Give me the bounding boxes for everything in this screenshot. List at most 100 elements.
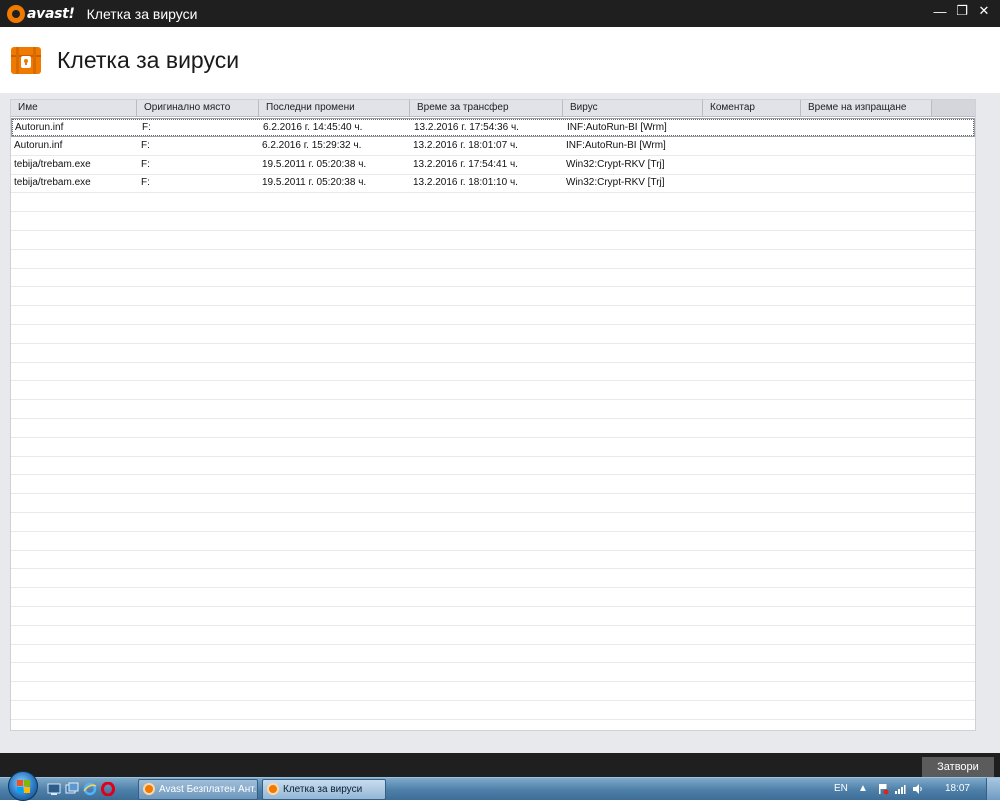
empty-table-row xyxy=(11,193,975,213)
cell-comment xyxy=(706,137,800,155)
cell-last-modified: 19.5.2011 г. 05:20:38 ч. xyxy=(262,177,367,189)
avast-taskbar-icon xyxy=(143,783,155,795)
empty-table-row xyxy=(11,287,975,307)
empty-table-row xyxy=(11,494,975,513)
windows-logo-icon xyxy=(17,780,30,793)
empty-table-row xyxy=(11,532,975,551)
empty-table-row xyxy=(11,569,975,589)
cell-transfer-time: 13.2.2016 г. 18:01:10 ч. xyxy=(413,177,518,189)
show-desktop-quick-icon[interactable] xyxy=(47,782,61,796)
empty-table-row xyxy=(11,231,975,250)
column-header-transfer-time[interactable]: Време за трансфер xyxy=(410,100,563,116)
cell-comment xyxy=(707,119,801,137)
table-row[interactable]: tebija/trebam.exe F: 19.5.2011 г. 05:20:38… xyxy=(11,174,975,194)
cell-last-modified: 6.2.2016 г. 15:29:32 ч. xyxy=(262,139,362,151)
taskbar-clock[interactable]: 18:07 xyxy=(945,778,970,800)
table-header-filler xyxy=(932,100,975,116)
table-row[interactable]: Autorun.inf F: 6.2.2016 г. 15:29:32 ч. 13.2… xyxy=(11,137,975,156)
cell-name: tebija/trebam.exe xyxy=(14,158,91,170)
cell-virus: Win32:Crypt-RKV [Trj] xyxy=(566,177,665,189)
tray-expand-icon[interactable]: ▲ xyxy=(858,778,868,800)
cell-comment xyxy=(706,174,800,192)
empty-table-row xyxy=(11,626,975,645)
table-body: Autorun.inf F: 6.2.2016 г. 14:45:40 ч. 13.2… xyxy=(11,118,975,730)
page-header: Клетка за вируси xyxy=(0,27,1000,93)
network-signal-icon[interactable] xyxy=(894,783,906,795)
language-indicator[interactable]: EN xyxy=(834,778,848,800)
content-area: Име Оригинално място Последни промени Вр… xyxy=(0,93,1000,753)
window-title: Клетка за вируси xyxy=(86,5,198,22)
close-window-button[interactable]: ✕ xyxy=(974,2,994,20)
table-row[interactable]: tebija/trebam.exe F: 19.5.2011 г. 05:20:38… xyxy=(11,156,975,175)
column-header-last-modified[interactable]: Последни промени xyxy=(259,100,410,116)
cell-original-location: F: xyxy=(141,158,150,170)
empty-table-row xyxy=(11,325,975,344)
empty-table-row xyxy=(11,419,975,438)
internet-explorer-icon[interactable] xyxy=(83,782,97,796)
column-header-comment[interactable]: Коментар xyxy=(703,100,801,116)
close-button[interactable]: Затвори xyxy=(922,757,994,777)
column-header-send-time[interactable]: Време на изпращане xyxy=(801,100,932,116)
restore-button[interactable]: ❐ xyxy=(952,2,972,20)
cell-virus: INF:AutoRun-BI [Wrm] xyxy=(567,122,667,133)
cell-send-time xyxy=(805,119,931,137)
cell-send-time xyxy=(804,156,930,174)
show-desktop-button[interactable] xyxy=(986,778,1000,800)
empty-table-row xyxy=(11,250,975,269)
taskbar-item-label: Avast Безплатен Ант... xyxy=(159,784,258,795)
empty-table-row xyxy=(11,438,975,457)
switch-windows-icon[interactable] xyxy=(65,782,79,796)
taskbar-item-1[interactable]: Клетка за вируси xyxy=(262,779,386,800)
cell-transfer-time: 13.2.2016 г. 17:54:36 ч. xyxy=(414,122,519,133)
cell-original-location: F: xyxy=(141,139,150,151)
cell-transfer-time: 13.2.2016 г. 18:01:07 ч. xyxy=(413,139,518,151)
minimize-button[interactable]: — xyxy=(930,2,950,20)
window-titlebar: avast! Клетка за вируси — ❐ ✕ xyxy=(0,0,1000,27)
empty-table-row xyxy=(11,475,975,495)
window-footer: Затвори xyxy=(0,753,1000,777)
empty-table-row xyxy=(11,456,975,476)
column-header-original-location[interactable]: Оригинално място xyxy=(137,100,259,116)
cell-original-location: F: xyxy=(142,122,151,133)
virus-chest-icon xyxy=(11,47,41,74)
cell-virus: INF:AutoRun-BI [Wrm] xyxy=(566,139,666,151)
avast-logo-icon xyxy=(7,4,25,23)
opera-browser-icon[interactable] xyxy=(101,782,115,796)
volume-icon[interactable] xyxy=(912,783,924,795)
cell-transfer-time: 13.2.2016 г. 17:54:41 ч. xyxy=(413,158,518,170)
empty-table-row xyxy=(11,663,975,683)
column-header-virus[interactable]: Вирус xyxy=(563,100,703,116)
empty-table-row xyxy=(11,588,975,607)
cell-name: Autorun.inf xyxy=(14,139,63,151)
table-row[interactable]: Autorun.inf F: 6.2.2016 г. 14:45:40 ч. 13.2… xyxy=(11,118,975,137)
empty-table-row xyxy=(11,306,975,325)
cell-original-location: F: xyxy=(141,177,150,189)
cell-comment xyxy=(706,156,800,174)
empty-table-row xyxy=(11,607,975,626)
empty-table-row xyxy=(11,362,975,382)
empty-table-row xyxy=(11,682,975,701)
empty-table-row xyxy=(11,344,975,363)
empty-table-row xyxy=(11,381,975,401)
taskbar-item-label: Клетка за вируси xyxy=(283,784,363,795)
empty-table-row xyxy=(11,212,975,231)
empty-table-row xyxy=(11,513,975,532)
windows-taskbar: Avast Безплатен Ант... Клетка за вируси E… xyxy=(0,771,1000,801)
empty-table-row xyxy=(11,268,975,288)
taskbar-item-0[interactable]: Avast Безплатен Ант... xyxy=(138,779,258,800)
avast-logo-text: avast! xyxy=(27,5,75,22)
cell-name: Autorun.inf xyxy=(15,122,64,133)
column-header-name[interactable]: Име xyxy=(11,100,137,116)
cell-last-modified: 19.5.2011 г. 05:20:38 ч. xyxy=(262,158,367,170)
start-button[interactable] xyxy=(8,771,38,801)
cell-virus: Win32:Crypt-RKV [Trj] xyxy=(566,158,665,170)
cell-send-time xyxy=(804,137,930,155)
avast-taskbar-icon xyxy=(267,783,279,795)
quarantine-table: Име Оригинално място Последни промени Вр… xyxy=(10,99,976,731)
empty-table-row xyxy=(11,400,975,419)
empty-table-row xyxy=(11,550,975,570)
cell-send-time xyxy=(804,174,930,192)
empty-table-row xyxy=(11,701,975,720)
empty-table-row xyxy=(11,644,975,664)
action-center-flag-icon[interactable] xyxy=(877,783,889,795)
